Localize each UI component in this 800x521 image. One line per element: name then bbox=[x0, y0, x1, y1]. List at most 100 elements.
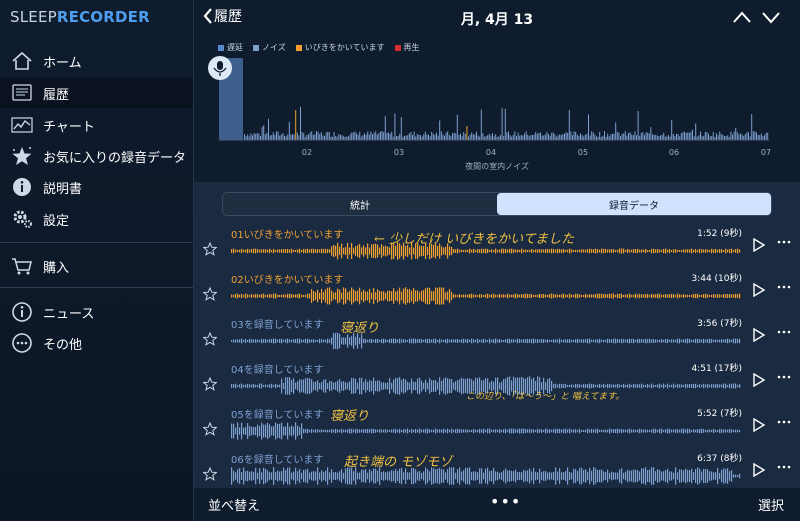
noise-bar bbox=[396, 136, 397, 140]
sidebar-item-news[interactable]: ニュース bbox=[0, 297, 193, 327]
noise-bar bbox=[399, 133, 401, 140]
noise-bar bbox=[516, 136, 517, 140]
more-dots-icon[interactable] bbox=[776, 239, 792, 245]
noise-bar bbox=[415, 136, 417, 140]
noise-bar bbox=[724, 136, 725, 140]
noise-bar bbox=[308, 134, 309, 140]
noise-bar bbox=[693, 136, 695, 140]
noise-bar bbox=[493, 136, 495, 140]
noise-bar bbox=[391, 131, 393, 140]
sidebar-item-home[interactable]: ホーム bbox=[0, 46, 193, 76]
noise-bar bbox=[300, 106, 301, 140]
sidebar-item-settings[interactable]: 設定 bbox=[0, 204, 193, 234]
noise-bar bbox=[320, 132, 322, 140]
noise-bar bbox=[573, 131, 575, 140]
more-dots-icon[interactable] bbox=[776, 284, 792, 290]
noise-bar bbox=[727, 135, 729, 140]
recording-row[interactable]: 03を録音しています 3:56 (7秒) 寝返り bbox=[194, 311, 800, 356]
sort-button[interactable]: 並べ替え bbox=[208, 495, 260, 514]
noise-bar bbox=[362, 135, 364, 140]
handwritten-annotation: 寝返り bbox=[330, 409, 370, 424]
noise-bar bbox=[314, 134, 316, 140]
play-icon[interactable] bbox=[752, 283, 766, 297]
noise-bar bbox=[456, 114, 458, 140]
noise-bar bbox=[421, 136, 423, 140]
tab-recordings[interactable]: 録音データ bbox=[497, 193, 771, 215]
noise-bar bbox=[287, 134, 289, 140]
noise-bar bbox=[423, 134, 425, 140]
star-icon[interactable] bbox=[203, 422, 217, 436]
noise-bar bbox=[557, 135, 559, 140]
recording-row[interactable]: 04を録音しています 4:51 (17秒) この辺り、「は〜う〜」と 唱えてます。 bbox=[194, 356, 800, 402]
noise-bar bbox=[528, 136, 530, 140]
noise-bar bbox=[346, 136, 348, 140]
more-dots-icon[interactable] bbox=[776, 419, 792, 425]
noise-bar bbox=[404, 135, 405, 140]
noise-bar bbox=[453, 132, 455, 140]
recording-row[interactable]: 05を録音しています 5:52 (7秒) 寝返り bbox=[194, 401, 800, 446]
star-icon[interactable] bbox=[203, 467, 217, 481]
select-button[interactable]: 選択 bbox=[758, 495, 784, 514]
noise-bar bbox=[549, 135, 551, 140]
star-icon[interactable] bbox=[203, 332, 217, 346]
noise-bar bbox=[624, 131, 626, 140]
recording-row[interactable]: 01いびきをかいています 1:52 (9秒) ← 少しだけ いびきをかいてました bbox=[194, 221, 800, 266]
play-icon[interactable] bbox=[752, 418, 766, 432]
play-icon[interactable] bbox=[752, 238, 766, 252]
star-icon[interactable] bbox=[203, 377, 217, 391]
noise-bar bbox=[319, 134, 321, 140]
recording-duration: 6:37 (8秒) bbox=[697, 454, 742, 464]
noise-bar bbox=[328, 132, 330, 140]
noise-bar bbox=[424, 131, 426, 140]
noise-bar bbox=[428, 134, 429, 140]
noise-bar bbox=[639, 135, 641, 140]
noise-bar bbox=[623, 133, 625, 140]
noise-bar bbox=[685, 133, 687, 140]
play-icon[interactable] bbox=[752, 328, 766, 342]
sidebar-item-purchase[interactable]: 購入 bbox=[0, 251, 193, 281]
noise-bar bbox=[429, 136, 431, 140]
noise-bar bbox=[349, 134, 351, 140]
noise-bar bbox=[567, 132, 569, 140]
play-icon[interactable] bbox=[752, 463, 766, 477]
noise-bar bbox=[536, 133, 538, 140]
noise-bar bbox=[488, 133, 490, 140]
star-icon[interactable] bbox=[203, 242, 217, 256]
noise-bar bbox=[293, 134, 295, 140]
x-tick-label: 04 bbox=[486, 148, 496, 157]
noise-bar bbox=[644, 135, 645, 140]
more-dots-icon[interactable] bbox=[776, 374, 792, 380]
recording-row[interactable]: 06を録音しています 6:37 (8秒) 起き端の モゾモゾ bbox=[194, 446, 800, 491]
noise-bar bbox=[272, 132, 274, 140]
chevron-up-icon[interactable] bbox=[732, 10, 752, 24]
noise-bar bbox=[698, 135, 700, 140]
sidebar-item-history[interactable]: 履歴 bbox=[0, 78, 193, 108]
tab-stats[interactable]: 統計 bbox=[223, 193, 497, 215]
noise-bar bbox=[696, 136, 698, 140]
noise-bar bbox=[602, 135, 604, 140]
handwritten-annotation: 寝返り bbox=[340, 321, 380, 336]
noise-bar bbox=[445, 132, 447, 140]
recording-row[interactable]: 02いびきをかいています 3:44 (10秒) bbox=[194, 266, 800, 311]
play-icon[interactable] bbox=[752, 373, 766, 387]
sidebar-item-other[interactable]: その他 bbox=[0, 328, 193, 358]
more-button[interactable]: ••• bbox=[490, 492, 521, 511]
noise-bar bbox=[554, 134, 556, 140]
noise-bar bbox=[400, 117, 402, 140]
x-tick-label: 07 bbox=[761, 148, 771, 157]
more-dots-icon[interactable] bbox=[776, 464, 792, 470]
noise-bar bbox=[503, 135, 505, 140]
star-icon[interactable] bbox=[203, 287, 217, 301]
noise-bar bbox=[380, 131, 381, 140]
sidebar-item-favorites[interactable]: お気に入りの録音データ bbox=[0, 141, 193, 171]
sidebar-item-chart[interactable]: チャート bbox=[0, 110, 193, 140]
noise-bar bbox=[295, 110, 297, 140]
sidebar-item-label: 履歴 bbox=[43, 87, 70, 103]
sidebar-divider bbox=[0, 287, 193, 288]
noise-bar bbox=[317, 131, 319, 140]
waveform bbox=[231, 287, 741, 305]
more-dots-icon[interactable] bbox=[776, 329, 792, 335]
noise-bar bbox=[616, 131, 618, 140]
sidebar-item-manual[interactable]: 説明書 bbox=[0, 172, 193, 202]
chevron-down-icon[interactable] bbox=[761, 10, 781, 24]
